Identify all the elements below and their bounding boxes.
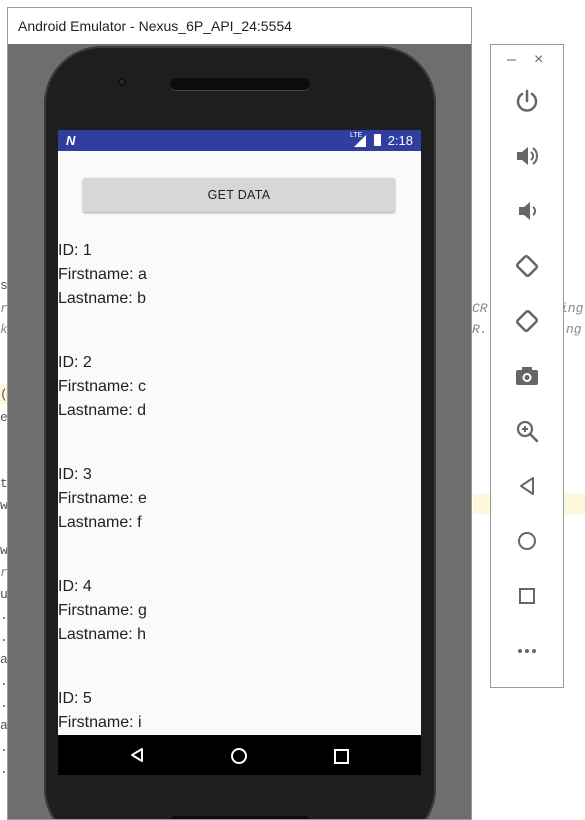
volume-up-button[interactable] [511,140,543,172]
volume-down-icon [519,202,536,220]
battery-icon [374,134,381,146]
power-icon [516,89,538,112]
emulator-toolbar: – × [490,44,564,688]
device-screen[interactable]: N LTE 2:18 GET DATA ID: 1 Firstname: a L… [58,130,421,775]
record-item: ID: 1 Firstname: a Lastname: b [58,239,147,311]
more-icon [518,649,536,653]
emulator-body: N LTE 2:18 GET DATA ID: 1 Firstname: a L… [8,44,471,819]
record-lastname: Lastname: f [58,514,142,531]
volume-up-icon [517,147,538,165]
rotate-right-button[interactable] [511,305,543,337]
status-bar: N LTE 2:18 [58,130,421,151]
record-id: ID: 1 [58,242,92,259]
status-time: 2:18 [387,133,413,148]
code-fragment: R. [472,322,488,337]
code-fragment: ng [566,322,582,337]
record-item: ID: 4 Firstname: g Lastname: h [58,575,147,647]
bottom-speaker [170,816,310,819]
record-firstname: Firstname: e [58,490,147,507]
record-item: ID: 5 Firstname: i [58,687,142,735]
zoom-icon [516,420,539,443]
screenshot-button[interactable] [511,360,543,392]
app-content: GET DATA ID: 1 Firstname: a Lastname: b … [58,151,421,735]
window-title: Android Emulator - Nexus_6P_API_24:5554 [8,8,471,44]
camera-icon [516,367,538,385]
record-lastname: Lastname: b [58,290,147,307]
code-fragment: CR [472,301,488,316]
front-camera [118,78,126,86]
overview-button[interactable] [511,580,543,612]
record-lastname: Lastname: d [58,402,147,419]
rotate-left-icon [515,254,539,278]
rotate-right-icon [515,309,539,333]
record-firstname: Firstname: c [58,378,147,395]
overview-icon [519,588,535,604]
rotate-left-button[interactable] [511,250,543,282]
zoom-button[interactable] [511,415,543,447]
close-button[interactable]: × [534,51,543,69]
record-id: ID: 4 [58,578,92,595]
record-firstname: Firstname: a [58,266,147,283]
home-button[interactable] [511,525,543,557]
toolbar-window-controls: – × [491,51,563,71]
record-lastname: Lastname: h [58,626,147,643]
record-firstname: Firstname: g [58,602,147,619]
record-firstname: Firstname: i [58,714,142,731]
minimize-button[interactable]: – [507,51,516,69]
record-item: ID: 2 Firstname: c Lastname: d [58,351,146,423]
lte-label: LTE [350,132,363,139]
emulator-window: Android Emulator - Nexus_6P_API_24:5554 … [7,7,472,820]
nav-back-icon[interactable] [129,747,145,763]
phone-frame: N LTE 2:18 GET DATA ID: 1 Firstname: a L… [44,46,436,819]
back-button[interactable] [511,470,543,502]
record-item: ID: 3 Firstname: e Lastname: f [58,463,147,535]
back-icon [520,477,534,495]
record-id: ID: 3 [58,466,92,483]
get-data-button[interactable]: GET DATA [83,178,395,212]
home-icon [518,532,536,550]
volume-down-button[interactable] [511,195,543,227]
more-button[interactable] [511,635,543,667]
top-speaker [170,78,310,90]
nav-recents-icon[interactable] [334,749,349,764]
power-button[interactable] [511,85,543,117]
nav-home-icon[interactable] [231,748,247,764]
record-id: ID: 2 [58,354,92,371]
navigation-bar [58,735,421,775]
record-id: ID: 5 [58,690,92,707]
notification-icon: N [66,133,76,148]
